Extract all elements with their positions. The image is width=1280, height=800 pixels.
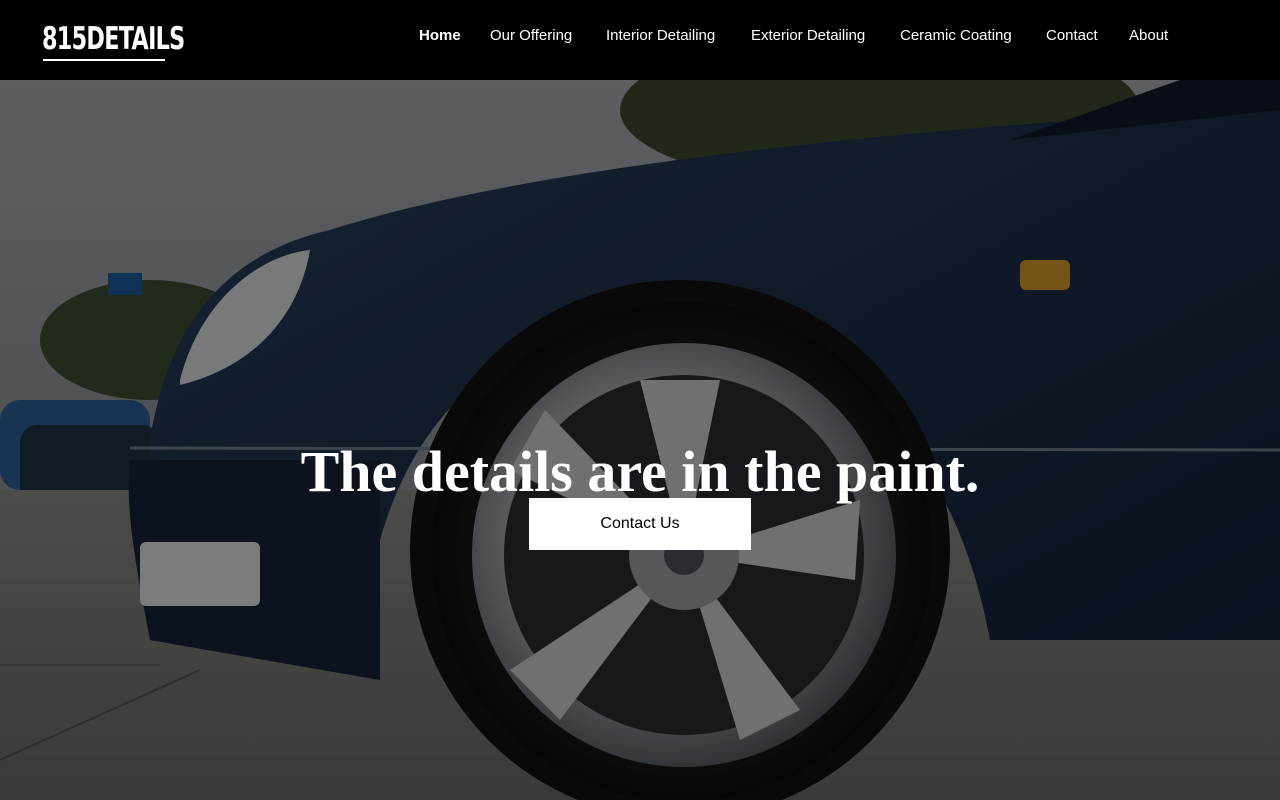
nav-contact[interactable]: Contact — [1046, 24, 1098, 48]
hero-section: The details are in the paint. Contact Us — [0, 80, 1280, 800]
nav-interior-detailing[interactable]: Interior Detailing — [606, 24, 715, 48]
contact-us-button[interactable]: Contact Us — [529, 498, 751, 550]
nav-exterior-detailing[interactable]: Exterior Detailing — [751, 24, 865, 48]
nav-ceramic-coating[interactable]: Ceramic Coating — [900, 24, 1012, 48]
hero-title: The details are in the paint. — [300, 438, 980, 504]
logo-underline — [43, 59, 165, 61]
nav-our-offering[interactable]: Our Offering — [490, 24, 572, 48]
main-nav: Home Our Offering Interior Detailing Ext… — [0, 24, 1280, 48]
nav-home[interactable]: Home — [419, 24, 461, 48]
site-header: 815DETAILS Home Our Offering Interior De… — [0, 0, 1280, 80]
nav-about[interactable]: About — [1129, 24, 1168, 48]
